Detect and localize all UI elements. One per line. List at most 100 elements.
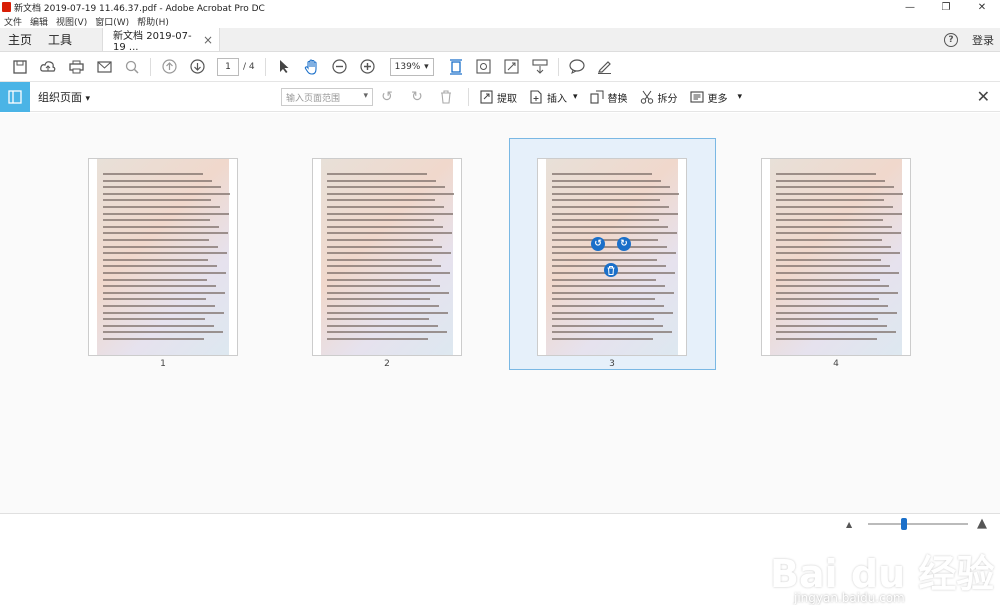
page-text-line <box>552 173 652 175</box>
page-text-line <box>103 219 210 222</box>
page-text-line <box>552 331 672 334</box>
print-icon[interactable] <box>67 58 85 76</box>
page-text-line <box>327 318 429 321</box>
page-text-line <box>552 225 668 228</box>
zoom-value: 139% <box>394 61 421 72</box>
organize-tools: ↺ ↻ 提取 插入 ▾ 替换 拆分 更多 ▾ <box>380 82 754 112</box>
hand-icon[interactable] <box>303 58 321 76</box>
mail-icon[interactable] <box>95 58 113 76</box>
page-text-line <box>103 272 226 274</box>
page-image <box>546 159 679 355</box>
page-number-input[interactable]: 1 <box>217 57 239 76</box>
rotate-left-page-button[interactable]: ↺ <box>591 237 605 251</box>
tab-home[interactable]: 主页 <box>0 28 40 51</box>
page-image <box>321 159 454 355</box>
page-thumbnail-1[interactable] <box>88 158 238 356</box>
page-text-line <box>552 252 676 255</box>
page-text-line <box>327 239 433 241</box>
page-thumbnail-3[interactable] <box>537 158 687 356</box>
page-text-line <box>327 179 436 182</box>
split-button[interactable]: 拆分 <box>640 90 678 105</box>
page-text-line <box>552 239 658 241</box>
menu-edit[interactable]: 编辑 <box>26 15 52 28</box>
close-window-button[interactable]: ✕ <box>964 0 1000 14</box>
zoom-out-icon[interactable] <box>331 58 349 76</box>
search-icon[interactable] <box>123 58 141 76</box>
extract-button[interactable]: 提取 <box>479 90 517 105</box>
rotate-view-icon[interactable] <box>475 58 493 76</box>
menu-file[interactable]: 文件 <box>0 15 26 28</box>
replace-button[interactable]: 替换 <box>589 90 628 105</box>
zoom-select[interactable]: 139% ▾ <box>389 57 434 76</box>
full-screen-icon[interactable] <box>503 58 521 76</box>
minimize-button[interactable]: — <box>892 0 928 14</box>
page-text-line <box>103 173 203 175</box>
fit-page-icon[interactable] <box>447 58 465 76</box>
page-text-line <box>103 192 230 195</box>
chevron-down-icon: ▾ <box>85 93 91 104</box>
help-icon[interactable]: ? <box>944 33 958 47</box>
sign-icon[interactable] <box>596 58 614 76</box>
page-text-line <box>776 192 903 195</box>
page-thumbnail-2[interactable] <box>312 158 462 356</box>
page-text-line <box>103 324 214 327</box>
delete-page-button[interactable] <box>604 263 618 277</box>
rotate-left-icon[interactable]: ↺ <box>380 89 398 105</box>
title-bar: 新文档 2019-07-19 11.46.37.pdf - Adobe Acro… <box>0 0 1000 14</box>
select-arrow-icon[interactable] <box>275 58 293 76</box>
menu-view[interactable]: 视图(V) <box>52 15 91 28</box>
page-thumbnail-4[interactable] <box>761 158 911 356</box>
page-text-line <box>552 311 673 314</box>
zoom-small-icon[interactable]: ▲ <box>846 520 852 529</box>
thumbnail-size-slider[interactable] <box>868 523 968 525</box>
tab-document[interactable]: 新文档 2019-07-19 ... × <box>102 28 221 53</box>
organize-pages-icon[interactable] <box>0 81 30 112</box>
zoom-large-icon[interactable]: ▲ <box>977 516 987 531</box>
comment-icon[interactable] <box>568 58 586 76</box>
next-page-icon[interactable] <box>188 58 206 76</box>
page-text-line <box>552 285 665 288</box>
insert-button[interactable]: 插入 ▾ <box>529 90 578 105</box>
rotate-right-icon[interactable]: ↻ <box>410 89 428 105</box>
insert-icon <box>529 90 543 104</box>
slider-handle[interactable] <box>901 518 907 530</box>
more-button[interactable]: 更多 ▾ <box>689 90 742 105</box>
delete-icon[interactable] <box>440 90 452 104</box>
page-text-line <box>776 252 900 255</box>
scroll-mode-icon[interactable] <box>531 58 549 76</box>
chevron-down-icon: ▾ <box>363 91 368 101</box>
save-icon[interactable] <box>11 58 29 76</box>
page-text-line <box>103 291 225 294</box>
page-text-line <box>103 212 229 215</box>
main-toolbar: 1 / 4 139% ▾ <box>0 52 1000 82</box>
baidu-watermark: Bai du 经验 <box>770 552 995 596</box>
rotate-right-page-button[interactable]: ↻ <box>617 237 631 251</box>
zoom-in-icon[interactable] <box>359 58 377 76</box>
organize-title[interactable]: 组织页面 ▾ <box>38 89 90 105</box>
page-text-line <box>103 245 218 248</box>
page-text-line <box>776 305 888 307</box>
page-text-line <box>776 173 876 175</box>
page-text-line <box>552 192 679 195</box>
page-text-line <box>103 311 224 314</box>
login-link[interactable]: 登录 <box>972 32 994 48</box>
page-text-line <box>776 324 887 327</box>
tab-close-icon[interactable]: × <box>203 33 213 47</box>
page-text-line <box>103 258 208 261</box>
page-text-line <box>327 324 438 327</box>
page-range-input[interactable]: 输入页面范围 ▾ <box>281 88 373 106</box>
prev-page-icon[interactable] <box>160 58 178 76</box>
page-text-line <box>327 285 440 288</box>
page-text-line <box>552 324 663 327</box>
tab-tools[interactable]: 工具 <box>40 28 80 51</box>
upload-icon[interactable] <box>39 58 57 76</box>
close-organize-button[interactable]: ✕ <box>977 87 990 106</box>
page-text-line <box>552 212 678 215</box>
restore-button[interactable]: ❐ <box>928 0 964 14</box>
chevron-down-icon: ▾ <box>573 92 578 102</box>
page-text-line <box>327 245 442 248</box>
page-text-line <box>776 225 892 228</box>
tab-document-label: 新文档 2019-07-19 ... <box>113 30 192 53</box>
page-text-line <box>327 192 454 195</box>
page-text-line <box>327 225 443 228</box>
